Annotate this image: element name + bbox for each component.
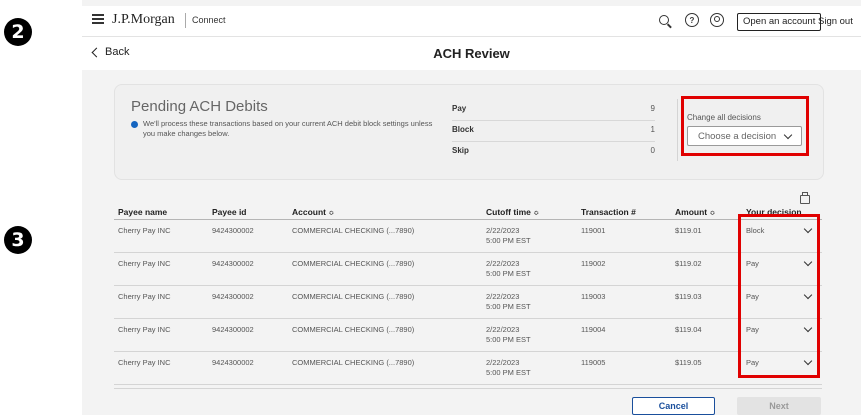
account: COMMERCIAL CHECKING (...7890) <box>292 226 415 235</box>
transaction-number: 119004 <box>581 325 606 334</box>
account: COMMERCIAL CHECKING (...7890) <box>292 358 415 367</box>
open-account-button[interactable]: Open an account <box>737 13 822 31</box>
payee-name: Cherry Pay INC <box>118 292 171 301</box>
col-amount-label: Amount <box>675 207 708 217</box>
table-row: Cherry Pay INC 9424300002 COMMERCIAL CHE… <box>114 319 822 352</box>
cutoff-time: 2/22/2023 5:00 PM EST <box>486 259 531 279</box>
account: COMMERCIAL CHECKING (...7890) <box>292 292 415 301</box>
cutoff-date: 2/22/2023 <box>486 325 520 334</box>
cutoff-time: 2/22/2023 5:00 PM EST <box>486 292 531 312</box>
col-cutoff-time[interactable]: Cutoff time ≎ <box>486 207 539 217</box>
cutoff-date: 2/22/2023 <box>486 259 520 268</box>
sort-icon: ≎ <box>709 210 716 217</box>
col-payee-name: Payee name <box>118 207 168 217</box>
col-transaction: Transaction # <box>581 207 636 217</box>
col-cutoff-label: Cutoff time <box>486 207 531 217</box>
amount: $119.01 <box>675 226 702 235</box>
logo-divider <box>185 13 186 28</box>
cutoff-hour: 5:00 PM EST <box>486 236 531 245</box>
amount: $119.05 <box>675 358 702 367</box>
account: COMMERCIAL CHECKING (...7890) <box>292 325 415 334</box>
sort-icon: ≎ <box>328 210 335 217</box>
summary-row: Block 1 <box>452 123 655 142</box>
transaction-number: 119005 <box>581 358 606 367</box>
info-dot-icon <box>131 121 138 128</box>
page-header: Back ACH Review <box>82 37 861 70</box>
payee-name: Cherry Pay INC <box>118 259 171 268</box>
sign-out-link[interactable]: Sign out <box>818 16 853 27</box>
amount: $119.04 <box>675 325 702 334</box>
summary-label: Skip <box>452 146 469 155</box>
search-icon[interactable] <box>657 13 671 27</box>
summary-count: 9 <box>650 104 655 113</box>
cutoff-date: 2/22/2023 <box>486 358 520 367</box>
table-row: Cherry Pay INC 9424300002 COMMERCIAL CHE… <box>114 220 822 253</box>
transaction-number: 119002 <box>581 259 606 268</box>
product-name: Connect <box>192 15 226 25</box>
highlight-box-decisions <box>738 214 820 378</box>
decision-summary: Pay 9 Block 1 Skip 0 <box>452 102 655 164</box>
summary-row: Pay 9 <box>452 102 655 121</box>
table-row: Cherry Pay INC 9424300002 COMMERCIAL CHE… <box>114 352 822 385</box>
user-icon[interactable] <box>710 13 724 27</box>
col-amount[interactable]: Amount ≎ <box>675 207 715 217</box>
sort-icon: ≎ <box>533 210 540 217</box>
card-divider <box>677 99 678 161</box>
cutoff-date: 2/22/2023 <box>486 292 520 301</box>
amount: $119.03 <box>675 292 702 301</box>
highlight-box-change-all <box>681 96 809 156</box>
print-icon[interactable] <box>800 192 810 204</box>
transaction-number: 119001 <box>581 226 606 235</box>
table-row: Cherry Pay INC 9424300002 COMMERCIAL CHE… <box>114 253 822 286</box>
ach-debits-table: Payee name Payee id Account ≎ Cutoff tim… <box>114 204 822 385</box>
cutoff-hour: 5:00 PM EST <box>486 335 531 344</box>
cutoff-time: 2/22/2023 5:00 PM EST <box>486 358 531 378</box>
top-navigation: J.P.Morgan Connect ? Open an account Sig… <box>82 6 861 37</box>
cutoff-hour: 5:00 PM EST <box>486 269 531 278</box>
account: COMMERCIAL CHECKING (...7890) <box>292 259 415 268</box>
cancel-button[interactable]: Cancel <box>632 397 715 415</box>
menu-icon[interactable] <box>92 14 104 24</box>
card-note: We'll process these transactions based o… <box>143 119 433 138</box>
payee-id: 9424300002 <box>212 292 254 301</box>
payee-id: 9424300002 <box>212 358 254 367</box>
transaction-number: 119003 <box>581 292 606 301</box>
help-icon[interactable]: ? <box>685 13 699 27</box>
summary-count: 0 <box>650 146 655 155</box>
col-account[interactable]: Account ≎ <box>292 207 334 217</box>
next-button[interactable]: Next <box>737 397 821 415</box>
payee-id: 9424300002 <box>212 226 254 235</box>
summary-label: Pay <box>452 104 467 113</box>
cutoff-date: 2/22/2023 <box>486 226 520 235</box>
app-frame: J.P.Morgan Connect ? Open an account Sig… <box>82 0 861 415</box>
payee-name: Cherry Pay INC <box>118 358 171 367</box>
col-account-label: Account <box>292 207 326 217</box>
table-header: Payee name Payee id Account ≎ Cutoff tim… <box>114 204 822 220</box>
page-title: ACH Review <box>433 46 510 61</box>
payee-name: Cherry Pay INC <box>118 325 171 334</box>
payee-id: 9424300002 <box>212 259 254 268</box>
summary-label: Block <box>452 125 474 134</box>
table-row: Cherry Pay INC 9424300002 COMMERCIAL CHE… <box>114 286 822 319</box>
brand-logo[interactable]: J.P.Morgan <box>112 12 175 28</box>
col-payee-id: Payee id <box>212 207 247 217</box>
card-title: Pending ACH Debits <box>131 98 268 115</box>
payee-name: Cherry Pay INC <box>118 226 171 235</box>
step-2-callout: 2 <box>4 18 32 46</box>
amount: $119.02 <box>675 259 702 268</box>
cutoff-hour: 5:00 PM EST <box>486 368 531 377</box>
footer-divider <box>114 388 822 389</box>
summary-row: Skip 0 <box>452 144 655 162</box>
cutoff-time: 2/22/2023 5:00 PM EST <box>486 325 531 345</box>
payee-id: 9424300002 <box>212 325 254 334</box>
step-3-callout: 3 <box>4 226 32 254</box>
summary-count: 1 <box>650 125 655 134</box>
cutoff-time: 2/22/2023 5:00 PM EST <box>486 226 531 246</box>
cutoff-hour: 5:00 PM EST <box>486 302 531 311</box>
